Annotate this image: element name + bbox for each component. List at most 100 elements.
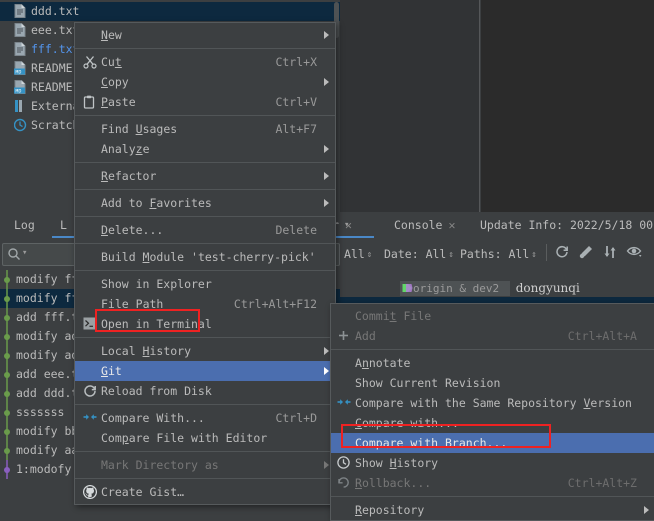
menu-item-find-usages[interactable]: Find Usages Alt+F7 [75, 119, 335, 139]
log-tab-log[interactable]: Log [14, 212, 35, 238]
commit-graph-dot [4, 296, 10, 302]
menu-item-icon-slot [335, 355, 355, 371]
commit-graph-dot [4, 410, 10, 416]
menu-item-build-module-test-cherry-pick[interactable]: Build Module 'test-cherry-pick' [75, 247, 335, 267]
menu-item-icon-slot [81, 363, 101, 379]
branch-tag-chip[interactable]: origin & dev2 [400, 281, 510, 296]
editor-splitter[interactable] [479, 0, 480, 212]
menu-item-icon-slot [81, 296, 101, 312]
menu-separator [75, 189, 335, 190]
toolbar-divider [546, 244, 547, 261]
menu-item-label: Mark Directory as [101, 458, 219, 472]
project-tree-item-label: eee.txt [31, 23, 80, 37]
log-tab-update-info-2022-5-18-00[interactable]: Update Info: 2022/5/18 00 [480, 212, 653, 238]
log-sort-button[interactable] [602, 244, 620, 262]
menu-separator [331, 349, 654, 350]
menu-item-label: Repository [355, 503, 425, 517]
menu-item-show-history[interactable]: Show History [331, 453, 654, 473]
editor-pane-left [340, 0, 480, 212]
menu-item-icon-slot [81, 343, 101, 359]
close-icon[interactable]: ✕ [448, 218, 455, 232]
log-tab-dropdown-icon[interactable]: ▾ [344, 212, 349, 238]
menu-item-delete[interactable]: Delete... Delete [75, 220, 335, 240]
log-highlight-button[interactable] [578, 244, 596, 262]
menu-item-analyze[interactable]: Analyze [75, 139, 335, 159]
menu-item-label: Find Usages [101, 122, 178, 136]
active-tab-underline-2 [330, 236, 374, 238]
menu-item-compare-with-branch[interactable]: Compare with Branch... [331, 433, 654, 453]
log-branch-filter[interactable]: All ⇕ [344, 245, 372, 263]
menu-item-icon-slot [335, 328, 355, 344]
menu-item-icon-slot [81, 316, 101, 332]
branch-tag-icon [402, 284, 413, 292]
menu-item-show-current-revision[interactable]: Show Current Revision [331, 373, 654, 393]
menu-item-git[interactable]: Git [75, 361, 335, 381]
refresh-icon [556, 245, 568, 258]
menu-item-icon-slot [81, 249, 101, 265]
menu-item-icon-slot [81, 74, 101, 90]
menu-item-compare-with-the-same-repository-version[interactable]: Compare with the Same Repository Version [331, 393, 654, 413]
menu-item-shortcut: Ctrl+Alt+A [567, 329, 637, 343]
menu-item-icon-slot [81, 168, 101, 184]
menu-item-icon-slot [81, 410, 101, 426]
menu-separator [75, 115, 335, 116]
menu-item-icon-slot [81, 195, 101, 211]
svg-text:MD: MD [15, 88, 21, 94]
menu-item-open-in-terminal[interactable]: Open in Terminal [75, 314, 335, 334]
file-context-menu[interactable]: New Cut Ctrl+X Copy Paste Ctrl+V Find Usages Al… [74, 22, 336, 505]
menu-separator [75, 404, 335, 405]
log-tab-label: L [60, 218, 67, 232]
menu-item-icon-slot [81, 484, 101, 500]
menu-item-new[interactable]: New [75, 25, 335, 45]
menu-item-shortcut: Alt+F7 [275, 122, 317, 136]
updown-arrows-icon: ⇕ [366, 250, 373, 260]
commit-message: add eee.t [16, 367, 79, 381]
menu-separator [75, 243, 335, 244]
svg-text:MD: MD [15, 69, 21, 75]
log-eye-button[interactable] [626, 244, 644, 262]
menu-item-label: Delete... [101, 223, 164, 237]
menu-item-label: Compare with the Same Repository Version [355, 396, 632, 410]
menu-item-create-gist[interactable]: Create Gist… [75, 482, 335, 502]
github-icon [82, 485, 97, 499]
menu-item-annotate[interactable]: Annotate [331, 353, 654, 373]
menu-item-copy[interactable]: Copy [75, 72, 335, 92]
project-tree-item-ddd-txt[interactable]: ddd.txt [0, 2, 340, 21]
clipboard-icon [83, 95, 96, 109]
menu-item-repository[interactable]: Repository [331, 500, 654, 520]
log-refresh-button[interactable] [554, 244, 572, 262]
submenu-arrow-icon [317, 347, 329, 355]
commit-graph-dot [4, 448, 10, 454]
menu-item-show-in-explorer[interactable]: Show in Explorer [75, 274, 335, 294]
menu-item-icon-slot [81, 141, 101, 157]
submenu-arrow-icon [317, 461, 329, 469]
menu-separator [331, 496, 654, 497]
refresh-icon [83, 384, 96, 398]
git-submenu[interactable]: Commit File Add Ctrl+Alt+A Annotate Show Cur… [330, 303, 654, 521]
menu-item-paste[interactable]: Paste Ctrl+V [75, 92, 335, 112]
log-paths-filter[interactable]: Paths: All ⇕ [460, 245, 537, 263]
menu-item-compare-with[interactable]: Compare With... Ctrl+D [75, 408, 335, 428]
menu-item-file-path[interactable]: File Path Ctrl+Alt+F12 [75, 294, 335, 314]
log-tab-console[interactable]: Console ✕ [394, 212, 455, 238]
menu-item-compare-with[interactable]: Compare with... [331, 413, 654, 433]
menu-item-icon-slot [335, 475, 355, 491]
menu-item-cut[interactable]: Cut Ctrl+X [75, 52, 335, 72]
menu-item-add-to-favorites[interactable]: Add to Favorites [75, 193, 335, 213]
menu-item-refactor[interactable]: Refactor [75, 166, 335, 186]
menu-item-local-history[interactable]: Local History [75, 341, 335, 361]
menu-item-icon-slot [81, 276, 101, 292]
menu-item-reload-from-disk[interactable]: Reload from Disk [75, 381, 335, 401]
log-tab-l[interactable]: L [60, 212, 67, 238]
commit-graph-dot [4, 467, 10, 473]
commit-graph-dot [4, 429, 10, 435]
text-file-icon [14, 42, 27, 56]
menu-item-label: Compare with... [355, 416, 459, 430]
log-date-filter[interactable]: Date: All ⇕ [384, 245, 454, 263]
menu-item-compare-file-with-editor[interactable]: Compare File with Editor [75, 428, 335, 448]
menu-item-label: Compare File with Editor [101, 431, 268, 445]
search-dropdown-arrow-icon[interactable]: ▾ [22, 248, 27, 258]
commit-message: modify ff [16, 291, 79, 305]
scissors-icon [82, 55, 97, 69]
commit-graph-dot [4, 391, 10, 397]
